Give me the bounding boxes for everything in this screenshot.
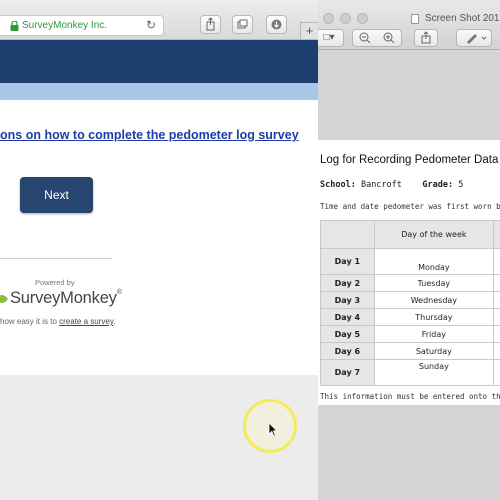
table-cell: [493, 325, 500, 343]
share-button[interactable]: [200, 15, 221, 34]
table-cell: [493, 308, 500, 326]
tabs-button[interactable]: [232, 15, 253, 34]
survey-tagline: how easy it is to create a survey.: [0, 317, 115, 326]
table-row: Day 2 Tuesday: [320, 274, 500, 292]
day-label: Day 1: [320, 248, 375, 275]
pen-icon: [467, 34, 487, 44]
table-row: Day 4 Thursday: [320, 308, 500, 326]
school-grade-line: School: Bancroft Grade: 5: [320, 180, 463, 190]
day-label: Day 4: [320, 308, 375, 326]
school-label: School:: [320, 180, 356, 190]
minimize-window-button[interactable]: [340, 13, 351, 24]
site-identity: SurveyMonkey Inc.: [22, 20, 108, 31]
table-cell: [493, 274, 500, 292]
table-cell: [493, 248, 500, 275]
day-label: Day 3: [320, 291, 375, 309]
day-name: Wednesday: [373, 291, 495, 309]
table-row: Day 3 Wednesday: [320, 291, 500, 309]
survey-progress-bar: [0, 83, 318, 100]
document-footnote: This information must be entered onto th…: [320, 392, 500, 401]
day-name: Saturday: [373, 342, 495, 360]
create-survey-link[interactable]: create a survey: [59, 317, 113, 326]
zoom-window-button[interactable]: [357, 13, 368, 24]
share-button[interactable]: [414, 29, 438, 47]
table-row: Day 7 Sunday: [320, 359, 500, 386]
day-label: Day 5: [320, 325, 375, 343]
table-cell: [493, 359, 500, 386]
sidebar-icon: □▾: [323, 32, 335, 43]
markup-button[interactable]: [456, 29, 492, 47]
share-icon: [421, 31, 431, 44]
grade-value: 5: [458, 180, 464, 190]
trademark-mark: ®: [116, 289, 122, 296]
sidebar-button[interactable]: □▾: [318, 29, 344, 47]
close-window-button[interactable]: [323, 13, 334, 24]
grade-label: Grade:: [422, 180, 454, 190]
day-name: Monday: [373, 248, 495, 275]
zoom-controls: [352, 29, 402, 47]
share-icon: [206, 17, 215, 31]
day-label: Day 2: [320, 274, 375, 292]
powered-by-label: Powered by: [35, 278, 75, 287]
table-row: Day 5 Friday: [320, 325, 500, 343]
tagline-text: how easy it is to: [0, 317, 60, 326]
document-icon: [411, 14, 419, 24]
surveymonkey-logo[interactable]: SurveyMonkey®: [10, 289, 122, 308]
new-tab-button[interactable]: +: [300, 22, 318, 40]
table-corner-cell: [320, 220, 375, 249]
day-name: Friday: [373, 325, 495, 343]
tabs-icon: [237, 19, 248, 29]
preview-window: Screen Shot 201 □▾ Log for Recording Ped…: [318, 0, 500, 500]
day-name: Sunday: [373, 359, 495, 386]
table-header-row: Day of the week: [320, 220, 500, 249]
download-icon: [271, 19, 282, 30]
pedometer-log-table: Day of the week Day 1 Monday Day 2 Tuesd…: [320, 220, 500, 386]
day-name: Thursday: [373, 308, 495, 326]
mouse-cursor-icon: [268, 422, 278, 437]
day-name: Tuesday: [373, 274, 495, 292]
downloads-button[interactable]: [266, 15, 287, 34]
table-row: Day 6 Saturday: [320, 342, 500, 360]
zoom-out-icon[interactable]: [353, 30, 377, 46]
table-cell: [493, 291, 500, 309]
survey-header-bar: [0, 40, 318, 83]
preview-titlebar: Screen Shot 201 □▾: [318, 0, 500, 50]
reload-icon[interactable]: ↻: [146, 18, 156, 32]
table-header-extra: [493, 220, 500, 249]
footer-divider: [0, 258, 112, 259]
preview-window-title: Screen Shot 201: [425, 13, 500, 24]
instructions-link[interactable]: ons on how to complete the pedometer log…: [0, 128, 299, 142]
address-bar[interactable]: SurveyMonkey Inc. ↻: [0, 15, 164, 36]
school-value: Bancroft: [360, 180, 402, 190]
document-title: Log for Recording Pedometer Data: [320, 154, 499, 166]
lock-icon: [10, 21, 19, 31]
day-label: Day 6: [320, 342, 375, 360]
browser-toolbar: SurveyMonkey Inc. ↻ +: [0, 0, 318, 40]
table-cell: [493, 342, 500, 360]
tagline-end: .: [113, 317, 116, 326]
table-header-day-of-week: Day of the week: [373, 220, 495, 249]
time-date-line: Time and date pedometer was first worn b…: [320, 202, 500, 211]
table-row: Day 1 Monday: [320, 248, 500, 275]
day-label: Day 7: [320, 359, 375, 386]
next-button[interactable]: Next: [20, 177, 93, 213]
surveymonkey-logo-icon: [0, 295, 8, 303]
logo-text: SurveyMonkey: [10, 289, 117, 307]
zoom-in-icon[interactable]: [377, 30, 401, 46]
